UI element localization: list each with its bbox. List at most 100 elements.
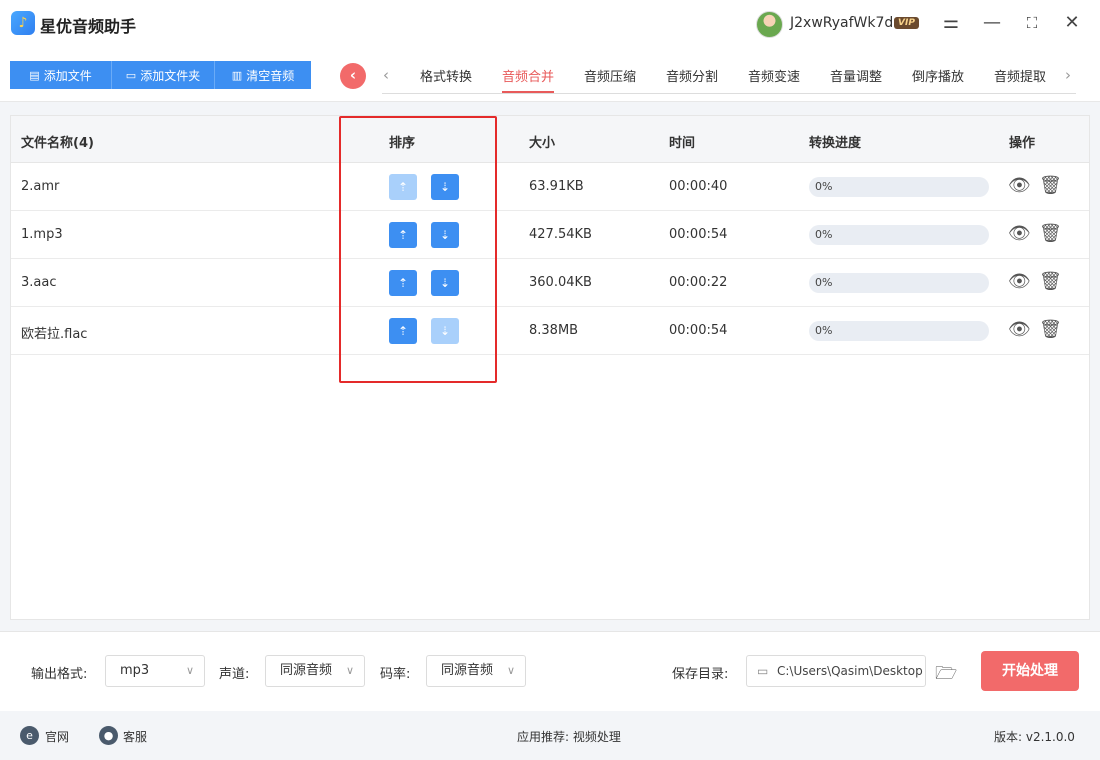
tab-audio-split[interactable]: 音频分割 xyxy=(651,66,733,94)
file-name: 欧若拉.flac xyxy=(21,327,88,342)
progress-bar: 0% xyxy=(809,225,989,245)
minimize-icon[interactable]: — xyxy=(981,12,1003,34)
table-row[interactable]: 3.aac ⇡ ⇣ 360.04KB 00:00:22 0% 👁 🗑 xyxy=(11,259,1089,307)
file-duration: 00:00:40 xyxy=(669,179,728,194)
tab-audio-merge[interactable]: 音频合并 xyxy=(487,66,569,94)
maximize-icon[interactable]: ⛶ xyxy=(1021,12,1043,34)
add-folder-button[interactable]: ▭ 添加文件夹 xyxy=(112,61,215,89)
user-avatar[interactable] xyxy=(756,11,783,38)
progress-text: 0% xyxy=(815,324,833,337)
file-size: 63.91KB xyxy=(529,179,584,194)
trash-icon: ▥ xyxy=(231,68,243,82)
chevron-down-icon: ∨ xyxy=(506,664,515,677)
header-name: 文件名称(4) xyxy=(21,136,94,151)
tabs-prev-icon[interactable]: ‹ xyxy=(383,66,389,84)
chevron-down-icon: ∨ xyxy=(185,664,194,677)
close-icon[interactable]: ✕ xyxy=(1061,12,1083,34)
table-row[interactable]: 欧若拉.flac ⇡ ⇣ 8.38MB 00:00:54 0% 👁 🗑 xyxy=(11,307,1089,355)
header-progress: 转换进度 xyxy=(809,136,862,151)
tab-reverse-play[interactable]: 倒序播放 xyxy=(897,66,979,94)
trash-icon[interactable]: 🗑 xyxy=(1039,223,1062,244)
format-select[interactable]: mp3 ∨ xyxy=(105,655,205,687)
file-size: 360.04KB xyxy=(529,275,592,290)
tab-audio-extract[interactable]: 音频提取 xyxy=(979,66,1061,94)
settings-icon[interactable]: ⚌ xyxy=(940,12,962,34)
output-settings-bar: 输出格式: mp3 ∨ 声道: 同源音频 ∨ 码率: 同源音频 ∨ 保存目录: … xyxy=(0,631,1100,711)
bitrate-select[interactable]: 同源音频 ∨ xyxy=(426,655,526,687)
bitrate-label: 码率: xyxy=(380,667,411,682)
file-duration: 00:00:22 xyxy=(669,275,728,290)
chat-icon[interactable]: ● xyxy=(99,726,118,745)
clear-audio-button[interactable]: ▥ 清空音频 xyxy=(215,61,311,89)
table-row[interactable]: 1.mp3 ⇡ ⇣ 427.54KB 00:00:54 0% 👁 🗑 xyxy=(11,211,1089,259)
file-name: 3.aac xyxy=(21,275,57,290)
trash-icon[interactable]: 🗑 xyxy=(1039,175,1062,196)
title-bar: ♪ 星优音频助手 J2xwRyafWk7d VIP ⚌ — ⛶ ✕ xyxy=(0,0,1100,48)
file-duration: 00:00:54 xyxy=(669,323,728,338)
format-value: mp3 xyxy=(120,663,150,678)
eye-icon[interactable]: 👁 xyxy=(1008,223,1031,244)
format-label: 输出格式: xyxy=(31,667,88,682)
tab-audio-speed[interactable]: 音频变速 xyxy=(733,66,815,94)
collapse-back-button[interactable]: ‹ xyxy=(340,63,366,89)
sort-column-highlight xyxy=(339,116,497,383)
username[interactable]: J2xwRyafWk7d xyxy=(790,15,893,31)
add-folder-label: 添加文件夹 xyxy=(140,68,201,83)
save-dir-value: C:\Users\Qasim\Desktop xyxy=(777,664,923,678)
tab-volume-adjust[interactable]: 音量调整 xyxy=(815,66,897,94)
channel-label: 声道: xyxy=(219,667,250,682)
add-file-label: 添加文件 xyxy=(43,68,92,83)
file-size: 8.38MB xyxy=(529,323,579,338)
trash-icon[interactable]: 🗑 xyxy=(1039,319,1062,340)
progress-text: 0% xyxy=(815,180,833,193)
version-text: 版本: v2.1.0.0 xyxy=(994,730,1075,744)
eye-icon[interactable]: 👁 xyxy=(1008,319,1031,340)
app-recommend[interactable]: 应用推荐: 视频处理 xyxy=(517,728,621,745)
support-link[interactable]: 客服 xyxy=(123,728,147,745)
file-name: 2.amr xyxy=(21,179,60,194)
file-icon: ▤ xyxy=(29,68,40,82)
channel-select[interactable]: 同源音频 ∨ xyxy=(265,655,365,687)
app-title: 星优音频助手 xyxy=(40,17,137,36)
folder-open-icon[interactable]: 🗁 xyxy=(935,661,957,691)
start-process-button[interactable]: 开始处理 xyxy=(981,651,1079,691)
file-table: 文件名称(4) 排序 大小 时间 转换进度 操作 2.amr ⇡ ⇣ 63.91… xyxy=(10,115,1090,620)
vip-badge: VIP xyxy=(894,17,919,29)
save-dir-input[interactable]: ▭ C:\Users\Qasim\Desktop xyxy=(746,655,926,687)
progress-text: 0% xyxy=(815,276,833,289)
trash-icon[interactable]: 🗑 xyxy=(1039,271,1062,292)
eye-icon[interactable]: 👁 xyxy=(1008,175,1031,196)
toolbar: ▤ 添加文件 ▭ 添加文件夹 ▥ 清空音频 ‹ ‹ 格式转换 音频合并 音频压缩… xyxy=(0,48,1100,102)
progress-bar: 0% xyxy=(809,273,989,293)
chevron-down-icon: ∨ xyxy=(345,664,354,677)
tab-format-convert[interactable]: 格式转换 xyxy=(405,66,487,94)
file-duration: 00:00:54 xyxy=(669,227,728,242)
channel-value: 同源音频 xyxy=(280,663,333,678)
tabs-divider xyxy=(382,93,1076,94)
progress-bar: 0% xyxy=(809,177,989,197)
folder-icon: ▭ xyxy=(125,68,137,82)
bitrate-value: 同源音频 xyxy=(441,663,494,678)
progress-text: 0% xyxy=(815,228,833,241)
function-tabs: 格式转换 音频合并 音频压缩 音频分割 音频变速 音量调整 倒序播放 音频提取 xyxy=(405,66,1061,94)
website-icon[interactable]: e xyxy=(20,726,39,745)
table-row[interactable]: 2.amr ⇡ ⇣ 63.91KB 00:00:40 0% 👁 🗑 xyxy=(11,163,1089,211)
tab-audio-compress[interactable]: 音频压缩 xyxy=(569,66,651,94)
header-actions: 操作 xyxy=(1009,136,1036,151)
add-file-button[interactable]: ▤ 添加文件 xyxy=(10,61,112,89)
progress-bar: 0% xyxy=(809,321,989,341)
header-time: 时间 xyxy=(669,136,696,151)
file-size: 427.54KB xyxy=(529,227,592,242)
table-header: 文件名称(4) 排序 大小 时间 转换进度 操作 xyxy=(11,116,1089,163)
file-name: 1.mp3 xyxy=(21,227,63,242)
save-dir-label: 保存目录: xyxy=(672,667,729,682)
tabs-next-icon[interactable]: › xyxy=(1065,66,1071,84)
header-size: 大小 xyxy=(529,136,556,151)
website-link[interactable]: 官网 xyxy=(45,728,69,745)
footer-bar: e 官网 ● 客服 应用推荐: 视频处理 版本: v2.1.0.0 xyxy=(0,711,1100,760)
app-logo-icon: ♪ xyxy=(11,11,35,35)
eye-icon[interactable]: 👁 xyxy=(1008,271,1031,292)
file-actions: ▤ 添加文件 ▭ 添加文件夹 ▥ 清空音频 xyxy=(10,61,311,89)
clear-audio-label: 清空音频 xyxy=(246,68,295,83)
folder-icon: ▭ xyxy=(757,664,769,678)
